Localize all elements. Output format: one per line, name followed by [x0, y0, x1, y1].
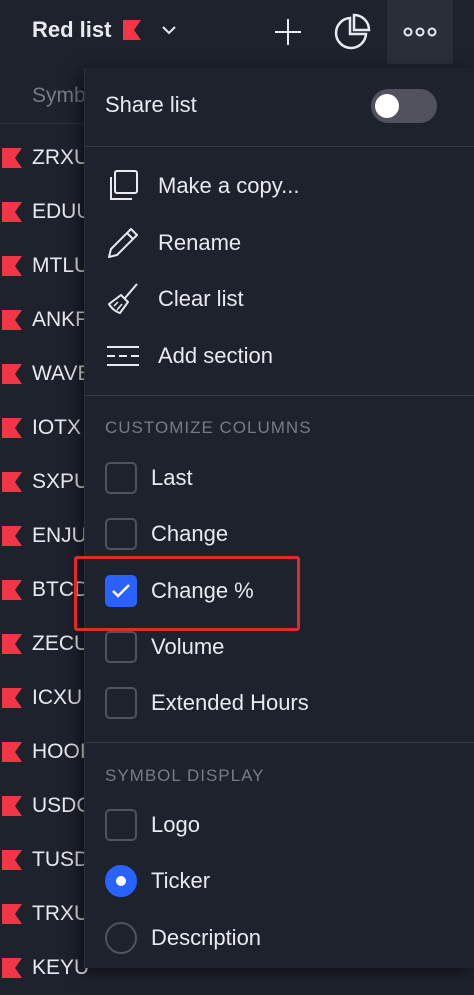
add-section-item[interactable]: Add section	[85, 328, 474, 384]
logo-checkbox[interactable]	[105, 809, 137, 841]
display-option-ticker[interactable]: Ticker	[85, 853, 474, 909]
symbol-ticker: IOTX	[32, 416, 82, 439]
red-flag-icon	[2, 634, 22, 654]
symbol-ticker: EDUU	[32, 200, 92, 223]
red-flag-icon	[123, 20, 142, 40]
symbol-ticker: WAVE	[32, 362, 92, 385]
last-label: Last	[151, 465, 193, 490]
advanced-view-button[interactable]	[320, 0, 384, 64]
red-flag-icon	[2, 688, 22, 708]
divider	[85, 146, 474, 147]
divider	[85, 395, 474, 396]
red-flag-icon	[2, 526, 22, 546]
clear-list-item[interactable]: Clear list	[85, 271, 474, 327]
red-flag-icon	[2, 850, 22, 870]
customize-columns-title: CUSTOMIZE COLUMNS	[105, 418, 312, 437]
divider	[85, 742, 474, 743]
share-list-toggle[interactable]	[371, 89, 437, 123]
symbol-ticker: TUSD	[32, 848, 90, 871]
symbol-ticker: ZECU	[32, 632, 90, 655]
symbol-ticker: ZRXU	[32, 146, 90, 169]
add-section-icon	[105, 338, 141, 374]
plus-icon	[275, 19, 301, 45]
volume-checkbox[interactable]	[105, 631, 137, 663]
red-flag-icon	[2, 202, 22, 222]
ticker-label: Ticker	[151, 868, 211, 893]
symbol-ticker: MTLU	[32, 254, 90, 277]
volume-label: Volume	[151, 634, 225, 659]
red-flag-icon	[2, 256, 22, 276]
symbol-display-title: SYMBOL DISPLAY	[105, 766, 265, 785]
column-option-last[interactable]: Last	[85, 450, 474, 506]
display-option-description[interactable]: Description	[85, 910, 474, 966]
symbol-ticker: KEYU	[32, 956, 90, 979]
share-list-label: Share list	[105, 92, 197, 117]
list-options-menu: Share list Make a copy... Rename Clear l…	[84, 68, 474, 968]
red-flag-icon	[2, 310, 22, 330]
ticker-radio[interactable]	[105, 865, 137, 897]
extended-hours-checkbox[interactable]	[105, 687, 137, 719]
list-title: Red list	[32, 17, 112, 42]
symbol-ticker: TRXU	[32, 902, 90, 925]
description-label: Description	[151, 925, 262, 950]
symbol-ticker: ENJU	[32, 524, 87, 547]
display-option-logo[interactable]: Logo	[85, 797, 474, 853]
red-flag-icon	[2, 580, 22, 600]
copy-icon	[105, 168, 141, 204]
last-checkbox[interactable]	[105, 462, 137, 494]
symbol-ticker: HOOI	[32, 740, 86, 763]
extended-hours-label: Extended Hours	[151, 690, 309, 715]
symbol-ticker: SXPU	[32, 470, 90, 493]
share-list-row[interactable]: Share list	[85, 68, 474, 146]
make-copy-item[interactable]: Make a copy...	[85, 158, 474, 214]
clear-list-label: Clear list	[158, 286, 244, 311]
pencil-icon	[105, 225, 141, 261]
change-label: Change	[151, 521, 229, 546]
column-option-extended-hours[interactable]: Extended Hours	[85, 675, 474, 731]
symbol-ticker: ICXU	[32, 686, 83, 709]
column-option-change[interactable]: Change	[85, 506, 474, 562]
red-flag-icon	[2, 364, 22, 384]
list-title-dropdown[interactable]: Red list	[32, 17, 177, 43]
red-flag-icon	[2, 958, 22, 978]
rename-item[interactable]: Rename	[85, 215, 474, 271]
symbol-ticker: USDC	[32, 794, 92, 817]
logo-label: Logo	[151, 812, 200, 837]
change-checkbox[interactable]	[105, 518, 137, 550]
highlight-box	[74, 556, 300, 631]
more-options-button[interactable]	[387, 0, 453, 64]
rename-label: Rename	[158, 230, 242, 255]
red-flag-icon	[2, 418, 22, 438]
symbol-column-label[interactable]: Symb	[32, 84, 86, 108]
symbol-ticker: ANKF	[32, 308, 89, 331]
pie-chart-icon	[334, 13, 371, 50]
make-copy-label: Make a copy...	[158, 173, 300, 198]
red-flag-icon	[2, 796, 22, 816]
red-flag-icon	[2, 742, 22, 762]
description-radio[interactable]	[105, 922, 137, 954]
chevron-down-icon	[162, 26, 177, 35]
add-section-label: Add section	[158, 343, 273, 368]
red-flag-icon	[2, 904, 22, 924]
toggle-knob	[375, 94, 399, 118]
broom-icon	[105, 281, 141, 317]
red-flag-icon	[2, 148, 22, 168]
add-symbol-button[interactable]	[256, 0, 320, 64]
red-flag-icon	[2, 472, 22, 492]
watchlist-header: Red list	[0, 0, 474, 64]
more-icon	[403, 27, 437, 37]
